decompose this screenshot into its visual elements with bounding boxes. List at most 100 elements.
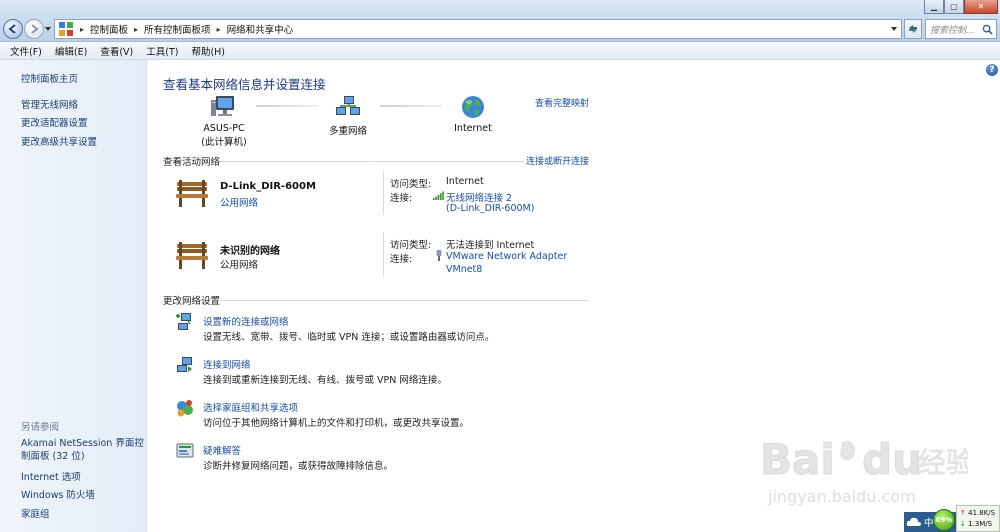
maximize-button[interactable]: ▢ [944,0,964,14]
homegroup-desc: 访问位于其他网络计算机上的文件和打印机，或更改共享设置。 [203,418,470,429]
breadcrumb-control-panel[interactable]: 控制面板 [90,22,128,36]
page-title: 查看基本网络信息并设置连接 [163,77,326,92]
sidebar-item-homegroup[interactable]: 家庭组 [21,506,50,520]
forward-button[interactable] [24,19,44,39]
wifi-signal-icon [433,191,444,200]
access-type-label: 访问类型: [390,240,432,251]
vertical-divider [383,232,384,276]
network-type-link[interactable]: 公用网络 [220,195,258,209]
setup-connection-link[interactable]: 设置新的连接或网络 [203,314,289,328]
speed-percent: 69% [935,516,953,524]
history-dropdown-icon[interactable] [44,25,52,33]
see-also-heading: 另请参阅 [21,422,60,433]
sidebar-item-adapter-settings[interactable]: 更改适配器设置 [21,115,88,129]
homegroup-link[interactable]: 选择家庭组和共享选项 [203,400,298,414]
map-node-computer[interactable]: ASUS-PC (此计算机) [192,94,256,148]
network-name: D-Link_DIR-600M [220,181,316,192]
section-divider [220,161,524,162]
connection-label: 连接: [390,193,413,204]
upload-speed: 41.8K/S [968,509,996,517]
connection-link[interactable]: 无线网络连接 2 [446,190,512,204]
chevron-right-icon[interactable]: ▸ [134,25,138,34]
connection-link[interactable]: VMware Network Adapter [446,251,567,262]
refresh-icon [909,25,917,33]
window-controls: ▁ ▢ ✕ [924,0,998,14]
connect-network-link[interactable]: 连接到网络 [203,357,251,371]
sidebar-item-manage-wireless[interactable]: 管理无线网络 [21,97,78,111]
menu-bar: 文件(F) 编辑(E) 查看(V) 工具(T) 帮助(H) [0,42,1000,60]
task-pane: 控制面板主页 管理无线网络 更改适配器设置 更改高级共享设置 另请参阅 Akam… [0,60,147,532]
minimize-button[interactable]: ▁ [924,0,944,14]
computer-icon [211,96,234,116]
menu-view[interactable]: 查看(V) [100,44,133,58]
connection-label: 连接: [390,254,413,265]
breadcrumb-network-center[interactable]: 网络和共享中心 [227,22,294,36]
active-networks-heading: 查看活动网络 [163,157,221,168]
address-dropdown-icon[interactable] [890,25,898,33]
refresh-button[interactable] [904,19,922,39]
search-icon[interactable] [982,24,993,35]
section-divider [220,300,588,301]
bench-icon [176,180,208,207]
access-type-value: 无法连接到 Internet [446,240,535,251]
control-panel-icon [59,22,73,36]
troubleshoot-desc: 诊断并修复网络问题，或获得故障排除信息。 [203,461,394,472]
map-connector [256,105,318,107]
troubleshoot-icon [176,443,194,458]
multiple-networks-icon [336,96,360,115]
sidebar-item-internet-options[interactable]: Internet 选项 [21,469,81,483]
ime-indicator[interactable]: 中 [924,515,934,529]
sidebar-item-advanced-sharing[interactable]: 更改高级共享设置 [21,134,97,148]
connection-link-ssid[interactable]: (D-Link_DIR-600M) [446,203,534,214]
globe-icon [462,96,484,118]
multiple-networks-label: 多重网络 [328,126,367,137]
arrow-left-icon [8,24,16,34]
svg-text:jingyan.baidu.com: jingyan.baidu.com [767,487,916,506]
address-input[interactable]: ▸ 控制面板 ▸ 所有控制面板项 ▸ 网络和共享中心 [54,19,902,39]
back-button[interactable] [3,19,23,39]
full-map-link[interactable]: 查看完整映射 [535,96,589,109]
help-icon[interactable]: ? [986,64,998,76]
troubleshoot-link[interactable]: 疑难解答 [203,443,241,457]
map-node-internet[interactable]: Internet [444,94,502,134]
speed-widget: ↑ 41.8K/S ↓ 1.3M/S [956,505,1000,532]
breadcrumb: ▸ 控制面板 ▸ 所有控制面板项 ▸ 网络和共享中心 [74,22,294,37]
download-speed: 1.3M/S [968,520,993,528]
sidebar-item-firewall[interactable]: Windows 防火墙 [21,487,95,501]
ethernet-plug-icon [436,250,442,261]
network-type: 公用网络 [220,260,259,271]
chevron-right-icon[interactable]: ▸ [80,25,84,34]
search-input[interactable]: 搜索控制... [925,19,997,39]
access-type-value: Internet [446,176,484,187]
download-arrow-icon: ↓ [960,520,966,528]
access-type-label: 访问类型: [390,179,432,190]
chevron-right-icon[interactable]: ▸ [217,25,221,34]
connect-disconnect-link[interactable]: 连接或断开连接 [526,154,589,167]
baidu-watermark: Bai du 经验 jingyan.baidu.com [760,435,969,507]
menu-edit[interactable]: 编辑(E) [55,44,87,58]
breadcrumb-all-items[interactable]: 所有控制面板项 [144,22,211,36]
connect-network-desc: 连接到或重新连接到无线、有线、拨号或 VPN 网络连接。 [203,375,447,386]
homegroup-icon [177,400,193,417]
sidebar-item-home[interactable]: 控制面板主页 [21,71,78,85]
computer-name: ASUS-PC [203,123,245,134]
close-button[interactable]: ✕ [964,0,998,14]
change-settings-heading: 更改网络设置 [163,296,221,307]
sidebar-item-akamai[interactable]: Akamai NetSession 界面控制面板 (32 位) [21,437,145,463]
upload-arrow-icon: ↑ [960,509,966,517]
connection-link-adapter[interactable]: VMnet8 [446,264,482,275]
menu-tools[interactable]: 工具(T) [146,44,178,58]
computer-sub: (此计算机) [201,137,247,148]
map-connector [380,105,442,107]
connect-network-icon [177,357,192,372]
network-name: 未识别的网络 [220,246,280,257]
bench-icon [176,242,208,269]
arrow-right-icon [31,24,39,34]
svg-text:du: du [862,435,922,484]
svg-text:经验: 经验 [918,446,968,479]
map-node-multiple-networks[interactable]: 多重网络 [320,94,376,137]
menu-file[interactable]: 文件(F) [10,44,42,58]
menu-help[interactable]: 帮助(H) [191,44,225,58]
cloud-icon[interactable] [906,516,922,528]
speed-widget-ball[interactable]: 69% [933,509,955,531]
